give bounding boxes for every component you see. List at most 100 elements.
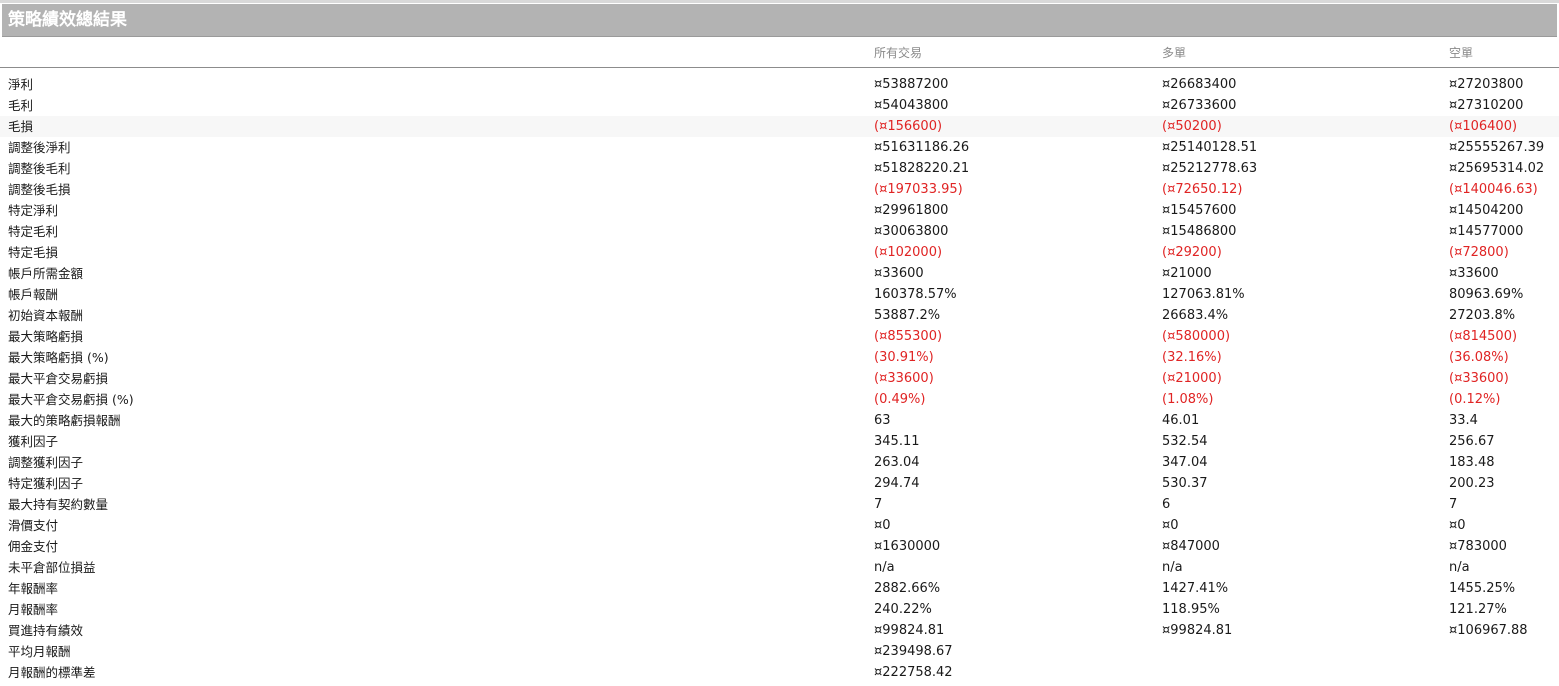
- metric-value-long: 347.04: [1162, 455, 1208, 470]
- top-divider: [0, 0, 1559, 3]
- metric-value-short: ¤106967.88: [1449, 623, 1528, 638]
- metric-value-all-trades: 63: [874, 413, 891, 428]
- metric-value-long: 26683.4%: [1162, 308, 1229, 323]
- metric-label: 最大策略虧損 (%): [8, 350, 109, 365]
- metric-value-short: 80963.69%: [1449, 287, 1524, 302]
- table-row: 滑價支付 ¤0 ¤0 ¤0: [0, 515, 1559, 536]
- table-row: 獲利因子 345.11 532.54 256.67: [0, 431, 1559, 452]
- metric-value-short: (0.12%): [1449, 392, 1501, 407]
- table-row: 年報酬率 2882.66% 1427.41% 1455.25%: [0, 578, 1559, 599]
- table-row: 特定獲利因子 294.74 530.37 200.23: [0, 473, 1559, 494]
- metric-value-long: (¤29200): [1162, 245, 1222, 260]
- metric-label: 帳戶所需金額: [8, 266, 84, 281]
- metric-value-all-trades: 7: [874, 497, 883, 512]
- metric-label: 淨利: [8, 77, 34, 92]
- table-row: 帳戶報酬 160378.57% 127063.81% 80963.69%: [0, 284, 1559, 305]
- table-row: 未平倉部位損益 n/a n/a n/a: [0, 557, 1559, 578]
- metric-value-short: (36.08%): [1449, 350, 1509, 365]
- metric-value-long: 530.37: [1162, 476, 1208, 491]
- metric-value-all-trades: 160378.57%: [874, 287, 957, 302]
- table-row: 月報酬的標準差 ¤222758.42: [0, 662, 1559, 683]
- table-row: 調整獲利因子 263.04 347.04 183.48: [0, 452, 1559, 473]
- metric-value-all-trades: (¤102000): [874, 245, 943, 260]
- table-row: 最大策略虧損 (%) (30.91%) (32.16%) (36.08%): [0, 347, 1559, 368]
- metric-value-long: (¤21000): [1162, 371, 1222, 386]
- metric-label: 特定毛利: [8, 224, 59, 239]
- metric-label: 最大持有契約數量: [8, 497, 109, 512]
- metric-value-all-trades: 240.22%: [874, 602, 932, 617]
- metric-value-long: ¤15486800: [1162, 224, 1237, 239]
- metric-value-short: (¤106400): [1449, 119, 1518, 134]
- metric-value-long: (¤580000): [1162, 329, 1231, 344]
- table-row: 買進持有績效 ¤99824.81 ¤99824.81 ¤106967.88: [0, 620, 1559, 641]
- metric-value-long: 1427.41%: [1162, 581, 1229, 596]
- metric-value-all-trades: (¤156600): [874, 119, 943, 134]
- metric-value-long: (¤72650.12): [1162, 182, 1243, 197]
- metric-value-long: ¤26733600: [1162, 98, 1237, 113]
- metric-value-long: n/a: [1162, 560, 1183, 575]
- metric-value-long: ¤15457600: [1162, 203, 1237, 218]
- table-row: 月報酬率 240.22% 118.95% 121.27%: [0, 599, 1559, 620]
- metric-label: 獲利因子: [8, 434, 59, 449]
- table-row: 最大策略虧損 (¤855300) (¤580000) (¤814500): [0, 326, 1559, 347]
- title-bar: 策略績效總結果: [2, 4, 1557, 37]
- metric-value-all-trades: ¤53887200: [874, 77, 949, 92]
- table-row: 特定毛損 (¤102000) (¤29200) (¤72800): [0, 242, 1559, 263]
- metric-value-short: ¤25555267.39: [1449, 140, 1545, 155]
- metric-label: 調整後毛損: [8, 182, 71, 197]
- metric-value-long: (1.08%): [1162, 392, 1214, 407]
- metric-label: 佣金支付: [8, 539, 59, 554]
- metric-label: 月報酬率: [8, 602, 59, 617]
- metric-value-short: ¤783000: [1449, 539, 1507, 554]
- metrics-table: 淨利 ¤53887200 ¤26683400 ¤27203800 毛利 ¤54043800…: [0, 74, 1559, 683]
- table-row: 最大平倉交易虧損 (%) (0.49%) (1.08%) (0.12%): [0, 389, 1559, 410]
- metric-value-all-trades: (30.91%): [874, 350, 934, 365]
- metric-label: 滑價支付: [8, 518, 59, 533]
- metric-label: 特定淨利: [8, 203, 59, 218]
- metric-value-all-trades: (¤855300): [874, 329, 943, 344]
- metric-label: 調整後毛利: [8, 161, 71, 176]
- metric-value-all-trades: 345.11: [874, 434, 920, 449]
- metric-label: 初始資本報酬: [8, 308, 84, 323]
- metric-label: 特定獲利因子: [8, 476, 84, 491]
- metric-value-long: (32.16%): [1162, 350, 1222, 365]
- metric-value-long: (¤50200): [1162, 119, 1222, 134]
- metric-label: 買進持有績效: [8, 623, 84, 638]
- metric-value-long: ¤26683400: [1162, 77, 1237, 92]
- table-row: 淨利 ¤53887200 ¤26683400 ¤27203800: [0, 74, 1559, 95]
- metric-value-all-trades: (¤197033.95): [874, 182, 963, 197]
- metric-label: 最大策略虧損: [8, 329, 84, 344]
- table-row: 平均月報酬 ¤239498.67: [0, 641, 1559, 662]
- metric-value-long: 127063.81%: [1162, 287, 1245, 302]
- metric-value-short: 33.4: [1449, 413, 1478, 428]
- column-header-row: 所有交易 多單 空單: [0, 41, 1559, 68]
- metric-value-long: 532.54: [1162, 434, 1208, 449]
- metric-label: 特定毛損: [8, 245, 59, 260]
- table-row: 特定毛利 ¤30063800 ¤15486800 ¤14577000: [0, 221, 1559, 242]
- metric-value-short: 121.27%: [1449, 602, 1507, 617]
- metric-value-short: 27203.8%: [1449, 308, 1516, 323]
- report-title: 策略績效總結果: [8, 10, 127, 30]
- metric-value-short: (¤33600): [1449, 371, 1509, 386]
- table-row: 特定淨利 ¤29961800 ¤15457600 ¤14504200: [0, 200, 1559, 221]
- metric-value-all-trades: ¤1630000: [874, 539, 941, 554]
- table-row: 最大的策略虧損報酬 63 46.01 33.4: [0, 410, 1559, 431]
- metric-value-all-trades: 53887.2%: [874, 308, 941, 323]
- table-row: 調整後淨利 ¤51631186.26 ¤25140128.51 ¤25555267.3…: [0, 137, 1559, 158]
- metric-value-short: 1455.25%: [1449, 581, 1516, 596]
- metric-value-all-trades: (¤33600): [874, 371, 934, 386]
- table-row: 最大平倉交易虧損 (¤33600) (¤21000) (¤33600): [0, 368, 1559, 389]
- metric-label: 最大平倉交易虧損 (%): [8, 392, 134, 407]
- metric-label: 調整後淨利: [8, 140, 71, 155]
- metric-value-all-trades: ¤54043800: [874, 98, 949, 113]
- metric-label: 帳戶報酬: [8, 287, 59, 302]
- column-header-short: 空單: [1449, 46, 1474, 60]
- metric-value-long: 6: [1162, 497, 1171, 512]
- table-row: 帳戶所需金額 ¤33600 ¤21000 ¤33600: [0, 263, 1559, 284]
- metric-value-all-trades: ¤222758.42: [874, 665, 953, 680]
- metric-value-all-trades: ¤239498.67: [874, 644, 953, 659]
- metric-value-all-trades: ¤51828220.21: [874, 161, 970, 176]
- metric-value-short: ¤14504200: [1449, 203, 1524, 218]
- metric-label: 最大的策略虧損報酬: [8, 413, 121, 428]
- metric-value-all-trades: ¤99824.81: [874, 623, 945, 638]
